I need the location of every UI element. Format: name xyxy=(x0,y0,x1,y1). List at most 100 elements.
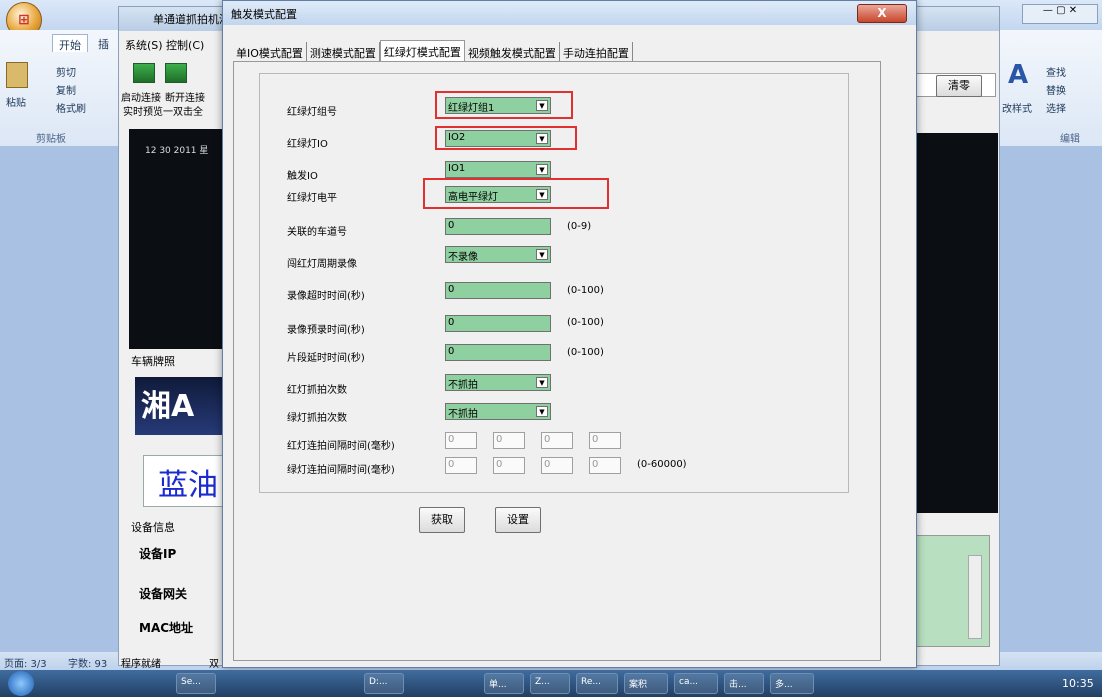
red-interval-label: 红灯连拍间隔时间(毫秒) xyxy=(287,441,395,452)
level-label: 红绿灯电平 xyxy=(287,193,337,204)
copy-button[interactable]: 复制 xyxy=(56,82,76,97)
level-select-value: 高电平绿灯 xyxy=(448,192,498,203)
app-status-2: 双 xyxy=(209,659,219,670)
red-shots-select-value: 不抓拍 xyxy=(448,380,478,391)
right-preview xyxy=(910,133,998,513)
start-orb-icon[interactable] xyxy=(8,671,34,696)
green-shots-select[interactable]: 不抓拍 ▼ xyxy=(445,403,551,420)
light-io-select-value: IO2 xyxy=(448,132,466,143)
trigger-config-dialog: 触发模式配置 X 单IO模式配置 测速模式配置 红绿灯模式配置 视频触发模式配置 手动连… xyxy=(222,0,917,668)
group-select-value: 红绿灯组1 xyxy=(448,103,495,114)
taskbar-item-d[interactable]: D:... xyxy=(364,673,404,694)
close-icon[interactable]: X xyxy=(857,4,907,23)
tab-traffic-light[interactable]: 红绿灯模式配置 xyxy=(379,40,465,63)
taskbar-item-single[interactable]: 单... xyxy=(484,673,524,694)
change-styles-button[interactable]: 改样式 xyxy=(1002,100,1032,115)
config-tabs: 单IO模式配置 测速模式配置 红绿灯模式配置 视频触发模式配置 手动连拍配置 xyxy=(233,40,633,64)
mac-label: MAC地址 xyxy=(139,621,194,635)
red-interval-1[interactable]: 0 xyxy=(445,432,477,449)
cut-button[interactable]: 剪切 xyxy=(56,64,76,79)
trigger-io-label: 触发IO xyxy=(287,171,318,182)
device-info-label: 设备信息 xyxy=(129,519,177,535)
red-interval-2[interactable]: 0 xyxy=(493,432,525,449)
taskbar-item-case[interactable]: 案积 xyxy=(624,673,668,694)
chevron-down-icon: ▼ xyxy=(536,406,548,417)
lane-input[interactable]: 0 xyxy=(445,218,551,235)
level-select[interactable]: 高电平绿灯 ▼ xyxy=(445,186,551,203)
capture-app-window: 单通道抓拍机演示 系统(S) 控制(C) 启动连接 断开连接 实时预览一双击全 … xyxy=(118,6,233,670)
log-scrollbar[interactable] xyxy=(968,555,982,639)
find-button[interactable]: 查找 xyxy=(1046,64,1066,79)
taskbar-item-ca[interactable]: ca... xyxy=(674,673,718,694)
red-interval-3[interactable]: 0 xyxy=(541,432,573,449)
red-record-label: 闯红灯周期录像 xyxy=(287,259,357,270)
set-button[interactable]: 设置 xyxy=(495,507,541,533)
red-record-select-value: 不录像 xyxy=(448,252,478,263)
taskbar-item-z[interactable]: Z... xyxy=(530,673,570,694)
taskbar-item-se[interactable]: Se... xyxy=(176,673,216,694)
green-interval-4[interactable]: 0 xyxy=(589,457,621,474)
trigger-io-select-value: IO1 xyxy=(448,163,466,174)
connect-icon[interactable] xyxy=(133,63,155,83)
chevron-down-icon: ▼ xyxy=(536,249,548,260)
device-gateway-label: 设备网关 xyxy=(139,587,188,601)
light-io-select[interactable]: IO2 ▼ xyxy=(445,130,551,147)
red-shots-label: 红灯抓拍次数 xyxy=(287,385,347,396)
disconnect-icon[interactable] xyxy=(165,63,187,83)
green-shots-select-value: 不抓拍 xyxy=(448,409,478,420)
taskbar-item-re[interactable]: Re... xyxy=(576,673,618,694)
chevron-down-icon: ▼ xyxy=(536,100,548,111)
app-menu-bar[interactable]: 系统(S) 控制(C) xyxy=(119,37,204,53)
app-status: 程序就绪 xyxy=(121,659,161,670)
seg-delay-range: (0-100) xyxy=(567,347,604,358)
live-preview[interactable]: 12 30 2011 星 xyxy=(129,129,229,349)
green-interval-2[interactable]: 0 xyxy=(493,457,525,474)
lane-range: (0-9) xyxy=(567,221,592,232)
status-words: 字数: 93 xyxy=(68,659,108,670)
paste-button[interactable]: 粘贴 xyxy=(6,94,26,109)
get-button[interactable]: 获取 xyxy=(419,507,465,533)
trigger-io-select[interactable]: IO1 ▼ xyxy=(445,161,551,178)
replace-button[interactable]: 替换 xyxy=(1046,82,1066,97)
green-interval-label: 绿灯连拍间隔时间(毫秒) xyxy=(287,465,395,476)
red-record-select[interactable]: 不录像 ▼ xyxy=(445,246,551,263)
tab-insert[interactable]: 插 xyxy=(92,34,115,52)
green-interval-3[interactable]: 0 xyxy=(541,457,573,474)
device-ip-label: 设备IP xyxy=(139,547,177,561)
red-interval-4[interactable]: 0 xyxy=(589,432,621,449)
rec-timeout-label: 录像超时时间(秒) xyxy=(287,291,365,302)
chevron-down-icon: ▼ xyxy=(536,377,548,388)
taskbar-item-hit[interactable]: 击... xyxy=(724,673,764,694)
plate-image: 湘A xyxy=(135,377,229,435)
rec-pre-input[interactable]: 0 xyxy=(445,315,551,332)
group-select[interactable]: 红绿灯组1 ▼ xyxy=(445,97,551,114)
rec-timeout-range: (0-100) xyxy=(567,285,604,296)
chevron-down-icon: ▼ xyxy=(536,164,548,175)
clear-button[interactable]: 清零 xyxy=(936,75,982,97)
select-button[interactable]: 选择 xyxy=(1046,100,1066,115)
tab-home[interactable]: 开始 xyxy=(52,34,88,52)
group-label: 红绿灯组号 xyxy=(287,107,337,118)
seg-delay-input[interactable]: 0 xyxy=(445,344,551,361)
taskbar-item-multi[interactable]: 多... xyxy=(770,673,814,694)
status-page: 页面: 3/3 xyxy=(4,659,47,670)
paste-icon xyxy=(6,62,28,88)
word-window-controls[interactable]: — ▢ ✕ xyxy=(1022,4,1098,24)
red-shots-select[interactable]: 不抓拍 ▼ xyxy=(445,374,551,391)
green-interval-1[interactable]: 0 xyxy=(445,457,477,474)
green-shots-label: 绿灯抓拍次数 xyxy=(287,413,347,424)
plate-color-box: 蓝油 xyxy=(143,455,233,507)
interval-range: (0-60000) xyxy=(637,459,687,470)
taskbar: Se... D:... 单... Z... Re... 案积 ca... 击..… xyxy=(0,670,1102,697)
disconnect-button-label[interactable]: 断开连接 xyxy=(165,89,205,104)
clock[interactable]: 10:35 xyxy=(1062,677,1094,690)
connect-button-label[interactable]: 启动连接 xyxy=(121,89,161,104)
format-painter-button[interactable]: 格式刷 xyxy=(56,100,86,115)
seg-delay-label: 片段延时时间(秒) xyxy=(287,353,365,364)
chevron-down-icon: ▼ xyxy=(536,133,548,144)
rec-timeout-input[interactable]: 0 xyxy=(445,282,551,299)
edit-group-label: 编辑 xyxy=(1060,134,1080,145)
light-io-label: 红绿灯IO xyxy=(287,139,328,150)
plate-label: 车辆牌照 xyxy=(129,353,177,369)
dialog-title: 触发模式配置 xyxy=(223,1,916,25)
